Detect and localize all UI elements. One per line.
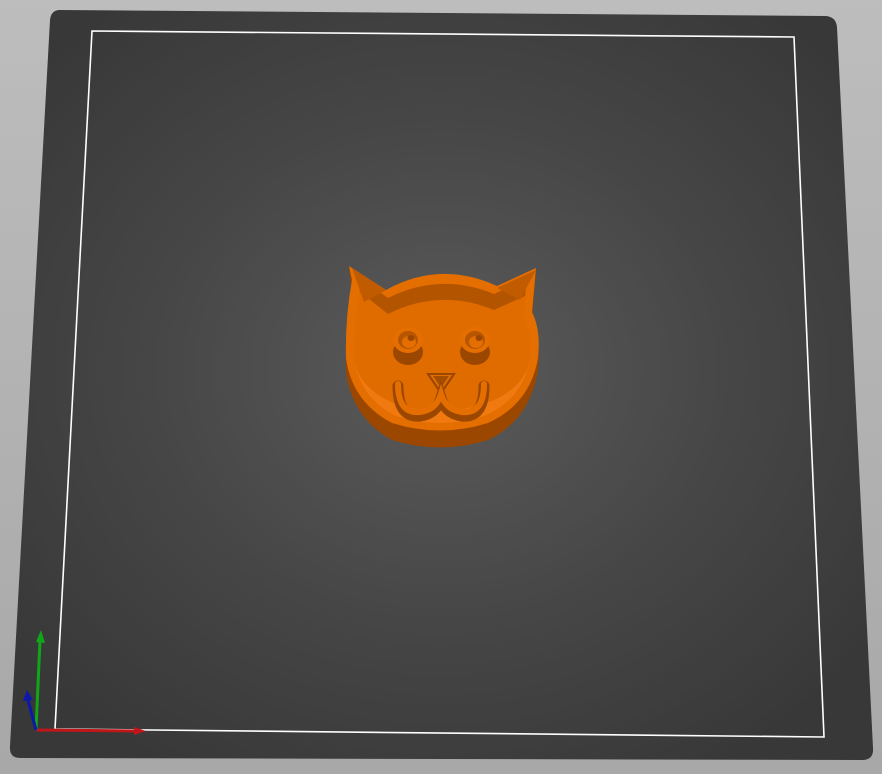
cat-cookie-cutter-model[interactable] — [345, 266, 539, 448]
left-eye — [393, 327, 423, 365]
right-eye — [460, 327, 490, 365]
x-axis — [35, 728, 137, 733]
3d-viewport[interactable] — [0, 0, 882, 774]
scene-svg — [9, 10, 874, 760]
